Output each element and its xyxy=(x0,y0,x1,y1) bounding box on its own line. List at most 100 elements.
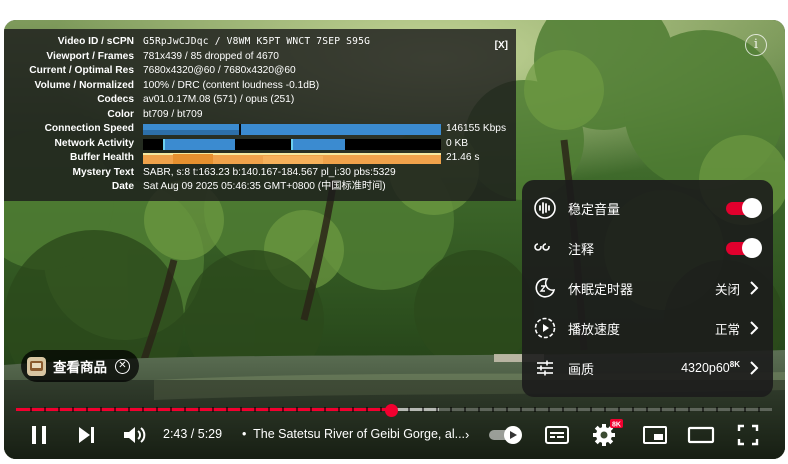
chevron-right-icon[interactable]: › xyxy=(465,427,469,442)
theater-mode-icon[interactable] xyxy=(687,422,715,448)
chapter-gap xyxy=(674,407,676,412)
time-display: 2:43 / 5:29 xyxy=(163,427,222,441)
menu-item-quality[interactable]: 画质 4320p608K xyxy=(522,348,773,388)
stable-volume-toggle[interactable] xyxy=(726,198,762,218)
close-icon[interactable]: ✕ xyxy=(115,358,130,374)
chapter-gap xyxy=(156,407,158,412)
chapter-gap xyxy=(576,407,578,412)
stats-key: Mystery Text xyxy=(72,166,134,178)
fullscreen-icon[interactable] xyxy=(736,422,760,448)
stats-row-video-id: Video ID / sCPN G5RpJwCJDqc / V8WM K5PT … xyxy=(4,35,516,50)
stats-value: G5RpJwCJDqc / V8WM K5PT WNCT 7SEP S95G xyxy=(143,36,371,47)
stats-for-nerds-panel: [X] Video ID / sCPN G5RpJwCJDqc / V8WM K… xyxy=(4,29,516,201)
time-display-text: 2:43 / 5:29 xyxy=(163,427,223,441)
chapter-gap xyxy=(534,407,536,412)
volume-icon[interactable] xyxy=(121,422,147,448)
stats-row-buffer-health: Buffer Health 21.46 s xyxy=(4,151,516,166)
stats-key: Color xyxy=(107,108,134,120)
chapter-gap xyxy=(296,407,298,412)
stats-row-color: Color bt709 / bt709 xyxy=(4,108,516,123)
chapter-gap xyxy=(226,407,228,412)
chevron-right-icon xyxy=(750,361,759,375)
autoplay-toggle[interactable] xyxy=(488,422,526,448)
view-products-chip[interactable]: 查看商品 ✕ xyxy=(21,350,139,382)
stats-key: Buffer Health xyxy=(70,152,134,163)
stats-key: Current / Optimal Res xyxy=(29,65,134,76)
chapter-gap xyxy=(114,407,116,412)
info-icon[interactable]: i xyxy=(745,34,767,56)
stats-value: bt709 / bt709 xyxy=(143,108,203,120)
menu-item-value: 关闭 xyxy=(714,282,740,297)
stats-value: 146155 Kbps xyxy=(446,123,507,134)
chapter-gap xyxy=(212,407,214,412)
subtitles-icon[interactable] xyxy=(544,422,570,448)
miniplayer-icon[interactable] xyxy=(642,422,668,448)
menu-item-value: 4320p60 xyxy=(681,361,730,376)
chevron-right-icon xyxy=(750,321,759,335)
stats-key: Viewport / Frames xyxy=(46,50,134,62)
menu-item-annotations[interactable]: 注释 xyxy=(522,228,773,268)
gear-icon[interactable]: 8K xyxy=(591,418,623,448)
next-icon[interactable] xyxy=(75,422,97,448)
chapter-gap xyxy=(478,407,480,412)
menu-item-label: 休眠定时器 xyxy=(568,281,634,297)
view-products-label: 查看商品 xyxy=(53,360,107,375)
menu-item-value: 正常 xyxy=(714,322,740,337)
stats-row-network-activity: Network Activity 0 KB xyxy=(4,137,516,152)
chapter-gap xyxy=(352,407,354,412)
menu-item-playback-speed[interactable]: 播放速度 正常 xyxy=(522,308,773,348)
menu-item-label: 画质 xyxy=(568,361,595,377)
stats-key: Codecs xyxy=(97,94,134,105)
chapter-gap xyxy=(338,407,340,412)
chapter-gap xyxy=(58,407,60,412)
chapter-gap xyxy=(170,407,172,412)
chevron-right-icon xyxy=(750,281,759,295)
network-activity-sparkline xyxy=(143,138,441,150)
chapter-gap xyxy=(100,407,102,412)
chapter-gap xyxy=(198,407,200,412)
chapter-gap xyxy=(632,407,634,412)
menu-item-label: 播放速度 xyxy=(568,321,621,337)
chapter-gap xyxy=(380,407,382,412)
chapter-gap xyxy=(408,407,410,412)
chapter-gap xyxy=(254,407,256,412)
annotations-toggle[interactable] xyxy=(726,238,762,258)
stats-row-connection-speed: Connection Speed 146155 Kbps xyxy=(4,122,516,137)
stats-row-date: Date Sat Aug 09 2025 05:46:35 GMT+0800 (… xyxy=(4,180,516,195)
stats-key: Volume / Normalized xyxy=(34,79,134,91)
chapter-gap xyxy=(520,407,522,412)
menu-item-sleep-timer[interactable]: 休眠定时器 关闭 xyxy=(522,268,773,308)
sleep-timer-icon xyxy=(535,278,556,298)
chapter-gap xyxy=(282,407,284,412)
stats-key: Network Activity xyxy=(54,137,134,149)
chapter-gap xyxy=(758,407,760,412)
video-title-chip[interactable]: • The Satetsu River of Geibi Gorge, al..… xyxy=(242,427,465,441)
chapter-gap xyxy=(268,407,270,412)
stats-value: SABR, s:8 t:163.23 b:140.167-184.567 pl_… xyxy=(143,166,396,178)
progress-scrubber[interactable] xyxy=(384,404,398,417)
chapter-gap xyxy=(618,407,620,412)
stats-row-mystery-text: Mystery Text SABR, s:8 t:163.23 b:140.16… xyxy=(4,166,516,181)
pause-icon[interactable] xyxy=(28,422,50,448)
chapter-gap xyxy=(660,407,662,412)
video-player[interactable]: i [X] Video ID / sCPN G5RpJwCJDqc / V8WM… xyxy=(4,20,785,459)
video-title: The Satetsu River of Geibi Gorge, al... xyxy=(253,427,466,441)
menu-item-stable-volume[interactable]: 稳定音量 xyxy=(522,188,773,228)
chapter-gap xyxy=(436,407,438,412)
chapter-gap xyxy=(240,407,242,412)
chapter-gap xyxy=(366,407,368,412)
stats-value: Sat Aug 09 2025 05:46:35 GMT+0800 (中国标准时… xyxy=(143,181,386,192)
chapter-gap xyxy=(744,407,746,412)
progress-bar[interactable] xyxy=(16,404,772,417)
chapter-gap xyxy=(548,407,550,412)
quality-badge: 8K xyxy=(729,360,740,370)
chapter-gap xyxy=(590,407,592,412)
settings-menu: 稳定音量 注释 休眠定时器 关闭 播放速度 正常 画质 4320p608K xyxy=(522,180,773,397)
menu-item-label: 稳定音量 xyxy=(568,201,621,217)
chapter-gap xyxy=(702,407,704,412)
stats-key: Connection Speed xyxy=(44,123,134,134)
chapter-gap xyxy=(128,407,130,412)
stable-volume-icon xyxy=(534,197,556,219)
stats-row-volume: Volume / Normalized 100% / DRC (content … xyxy=(4,79,516,94)
quality-icon xyxy=(537,360,553,376)
